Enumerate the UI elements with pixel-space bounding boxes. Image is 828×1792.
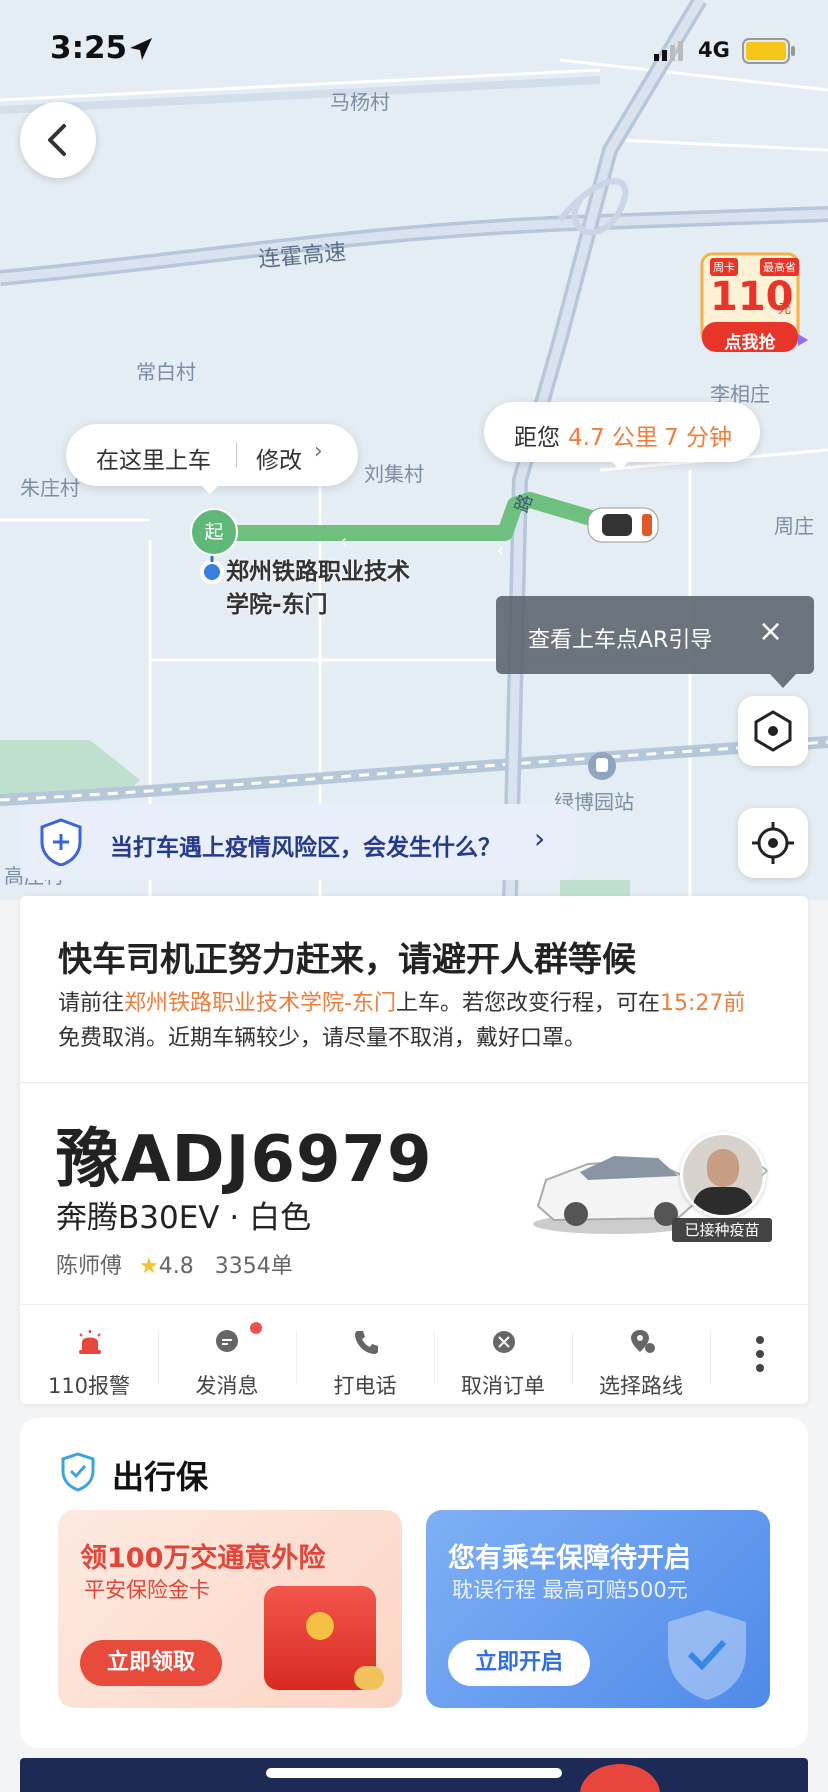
promo-badge[interactable]: 周卡 最高省 110 元 点我抢 [698,250,810,362]
covid-banner-text: 当打车遇上疫情风险区，会发生什么？ [110,835,501,861]
map-label: 常白村 [136,360,196,384]
distance-bubble: 距您 4.7 公里 7 分钟 [484,402,760,462]
map-label: 朱庄村 [20,476,80,500]
driver-info: 陈师傅 ★4.8 3354单 [56,1248,293,1280]
network-type: 4G [698,38,730,62]
pickup-point-label[interactable]: 郑州铁路职业技术学院-东门 [226,556,426,622]
chat-bubble-icon [216,1330,238,1352]
ride-protection-promo[interactable]: 您有乘车保障待开启 耽误行程 最高可赔500元 立即开启 [426,1510,770,1708]
chevron-right-icon: › [760,1156,770,1184]
vaccine-badge: 已接种疫苗 [672,1218,772,1242]
accident-insurance-promo[interactable]: 领100万交通意外险 平安保险金卡 立即领取 [58,1510,402,1708]
bubble-divider [236,442,237,468]
shield-check-icon [668,1610,746,1700]
divider [20,1082,808,1083]
more-button[interactable] [730,1328,790,1388]
map-label: 刘集村 [364,462,424,486]
cancel-order-button[interactable]: 取消订单 [434,1308,572,1404]
car-model: 奔腾B30EV · 白色 [56,1200,312,1236]
alarm-siren-icon [79,1330,101,1354]
distance-value: 4.7 公里 [568,425,658,451]
order-status-title: 快车司机正努力赶来，请避开人群等候 [58,940,636,980]
action-label: 打电话 [333,1374,397,1398]
svg-text:‹: ‹ [340,531,347,552]
metro-station-icon [588,752,616,780]
activate-button[interactable]: 立即开启 [448,1640,590,1686]
call-button[interactable]: 打电话 [296,1308,434,1404]
more-vertical-icon [756,1336,764,1372]
driver-orders: 3354单 [214,1254,293,1279]
eta-value: 7 分钟 [664,425,732,451]
chevron-right-icon: › [534,822,546,855]
desc-time: 15:27前 [659,991,746,1016]
route-line [204,492,616,544]
license-plate: 豫ADJ6979 [56,1123,433,1197]
action-label: 选择路线 [599,1374,683,1398]
promo-title: 您有乘车保障待开启 [448,1543,691,1574]
ar-guide-text: 查看上车点AR引导 [528,628,713,653]
action-bar: 110报警 发消息 打电话 取消订单 选择路线 [20,1308,808,1404]
pickup-bubble[interactable]: 在这里上车 修改 › [66,424,358,486]
desc-text: 上车。若您改变行程，可在 [395,991,660,1016]
battery-icon [742,38,796,68]
route-pin-icon [631,1330,655,1353]
bubble-pointer [610,460,630,470]
action-label: 110报警 [47,1374,131,1398]
distance-prefix: 距您 [514,425,560,451]
ar-button[interactable] [738,696,808,766]
pickup-here-label: 在这里上车 [96,448,211,474]
alarm-button[interactable]: 110报警 [20,1308,158,1404]
chevron-left-icon [48,124,66,156]
driver-name: 陈师傅 [56,1254,123,1279]
action-label: 发消息 [195,1374,259,1398]
promo-badge-cta: 点我抢 [724,333,776,353]
unread-dot [250,1322,262,1334]
phone-icon [355,1331,378,1354]
home-indicator[interactable] [266,1768,562,1778]
promo-title: 领100万交通意外险 [80,1543,326,1574]
ar-guide-tip[interactable]: 查看上车点AR引导 × [496,596,814,674]
edit-pickup-link[interactable]: 修改 [256,441,302,475]
desc-text: 请前往 [58,991,125,1016]
claim-now-button[interactable]: 立即领取 [80,1640,222,1686]
driver-avatar[interactable] [680,1132,766,1218]
star-icon: ★ [139,1254,159,1279]
car-marker [587,507,659,543]
shield-check-icon [61,1452,95,1492]
insurance-card: 出行保 领100万交通意外险 平安保险金卡 立即领取 您有乘车保障待开启 耽误行… [20,1418,808,1748]
promo-badge-unit: 元 [778,302,792,317]
signal-icon [652,40,688,66]
map-label: 周庄 [774,514,814,538]
status-time: 3:25 [50,30,128,66]
coins-icon [354,1666,384,1690]
ar-cube-icon [754,710,792,752]
crosshair-icon [752,822,794,864]
close-icon[interactable]: × [758,614,783,649]
divider [710,1330,711,1384]
bubble-pointer [200,484,220,494]
location-arrow-icon [128,36,154,66]
action-label: 取消订单 [461,1374,545,1398]
order-status-desc: 请前往郑州铁路职业技术学院-东门上车。若您改变行程，可在15:27前免费取消。近… [58,986,758,1056]
message-button[interactable]: 发消息 [158,1308,296,1404]
svg-text:‹: ‹ [497,540,504,561]
cancel-circle-icon [493,1331,515,1353]
driver-rating: 4.8 [158,1254,194,1279]
start-marker: 起 [190,508,238,556]
select-route-button[interactable]: 选择路线 [572,1308,710,1404]
covid-info-banner[interactable]: 当打车遇上疫情风险区，会发生什么？ › [20,804,576,880]
chevron-right-icon: › [314,439,323,464]
locate-button[interactable] [738,808,808,878]
desc-text: 免费取消。近期车辆较少，请尽量不取消，戴好口罩。 [58,1026,587,1051]
promo-subtitle: 平安保险金卡 [84,1578,210,1602]
back-button[interactable] [20,102,96,178]
promo-subtitle: 耽误行程 最高可赔500元 [452,1578,688,1602]
insurance-title: 出行保 [112,1458,209,1496]
map-label: 马杨村 [330,90,390,114]
divider [20,1304,808,1305]
shield-plus-icon [40,818,82,866]
desc-place: 郑州铁路职业技术学院-东门 [124,991,396,1016]
order-card: 快车司机正努力赶来，请避开人群等候 请前往郑州铁路职业技术学院-东门上车。若您改… [20,896,808,1404]
